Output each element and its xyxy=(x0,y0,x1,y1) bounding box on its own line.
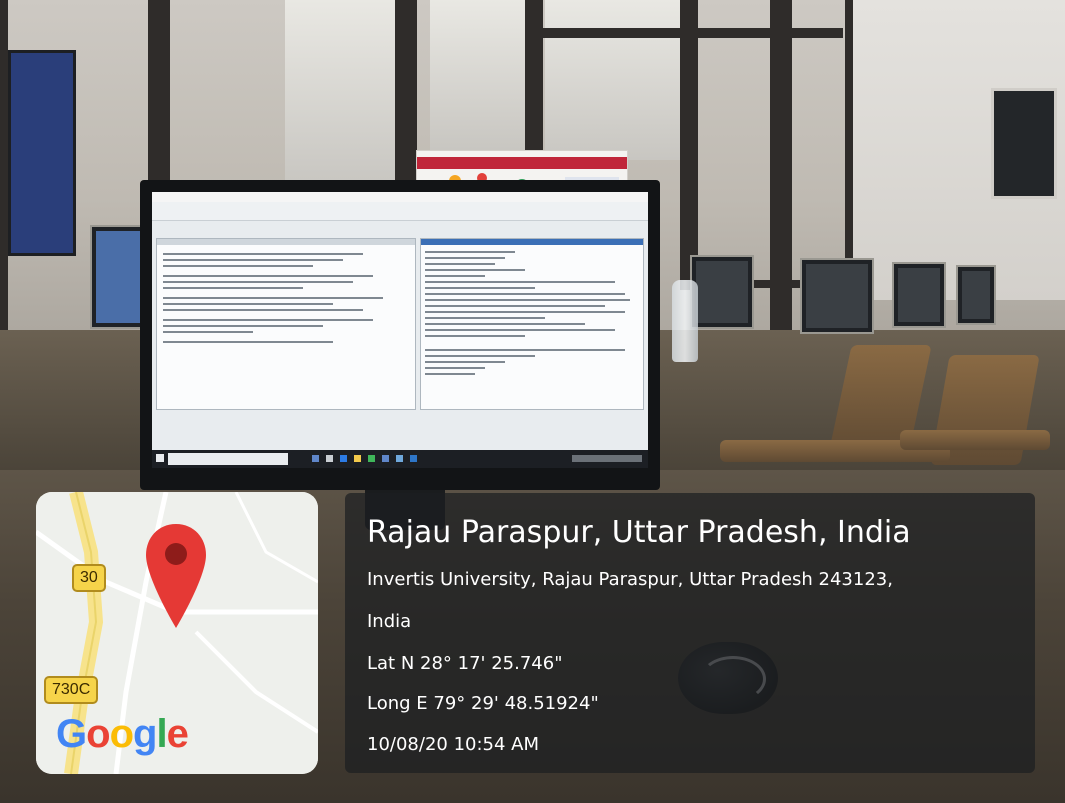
background-monitor xyxy=(690,255,754,329)
road-badge-730c: 730C xyxy=(44,676,99,704)
main-monitor xyxy=(140,180,660,490)
window-glass xyxy=(430,0,530,150)
address-country: India xyxy=(367,611,412,632)
google-letter: o xyxy=(86,712,110,756)
window-menubar xyxy=(152,202,648,221)
google-letter: g xyxy=(133,712,157,756)
location-info-panel: Rajau Paraspur, Uttar Pradesh, India Inv… xyxy=(345,493,1035,773)
system-tray xyxy=(572,455,642,462)
monitor-screen xyxy=(152,192,648,468)
wall-tv xyxy=(991,88,1057,199)
window-frame xyxy=(543,28,843,38)
taskbar-search xyxy=(168,453,288,465)
window-glass xyxy=(545,0,685,160)
poster-board xyxy=(8,50,76,256)
banner-strip xyxy=(417,157,627,169)
google-letter: l xyxy=(156,712,167,756)
window-frame xyxy=(395,0,417,190)
water-bottle xyxy=(672,280,698,362)
map-pin-icon xyxy=(146,524,206,628)
background-monitor xyxy=(956,265,996,325)
window-frame xyxy=(770,0,792,340)
road-badge-30: 30 xyxy=(72,564,106,592)
address-line: Invertis University, Rajau Paraspur, Utt… xyxy=(367,569,893,590)
google-letter: e xyxy=(166,712,189,756)
map-thumbnail: 30 730C Google xyxy=(36,492,318,774)
window-frame xyxy=(680,0,698,290)
google-wordmark: Google xyxy=(56,712,189,757)
window-frame xyxy=(845,0,853,300)
window-frame xyxy=(0,0,8,360)
window-glass xyxy=(285,0,395,185)
background-monitor xyxy=(800,258,874,334)
chair-seat xyxy=(900,430,1050,450)
start-icon xyxy=(156,454,164,462)
google-letter: o xyxy=(109,712,134,756)
editor-pane-left xyxy=(156,238,416,410)
location-title: Rajau Paraspur, Uttar Pradesh, India xyxy=(367,515,911,550)
background-monitor xyxy=(892,262,946,328)
latitude-text: Lat N 28° 17' 25.746" xyxy=(367,653,563,674)
google-logo: Google xyxy=(56,712,189,757)
editor-pane-right xyxy=(420,238,644,410)
timestamp-text: 10/08/20 10:54 AM xyxy=(367,734,540,755)
longitude-text: Long E 79° 29' 48.51924" xyxy=(367,693,599,714)
location-photo: 30 730C Google Rajau Paraspur, Uttar Pra… xyxy=(0,0,1065,803)
google-letter: G xyxy=(56,712,87,756)
windows-taskbar xyxy=(152,450,648,468)
